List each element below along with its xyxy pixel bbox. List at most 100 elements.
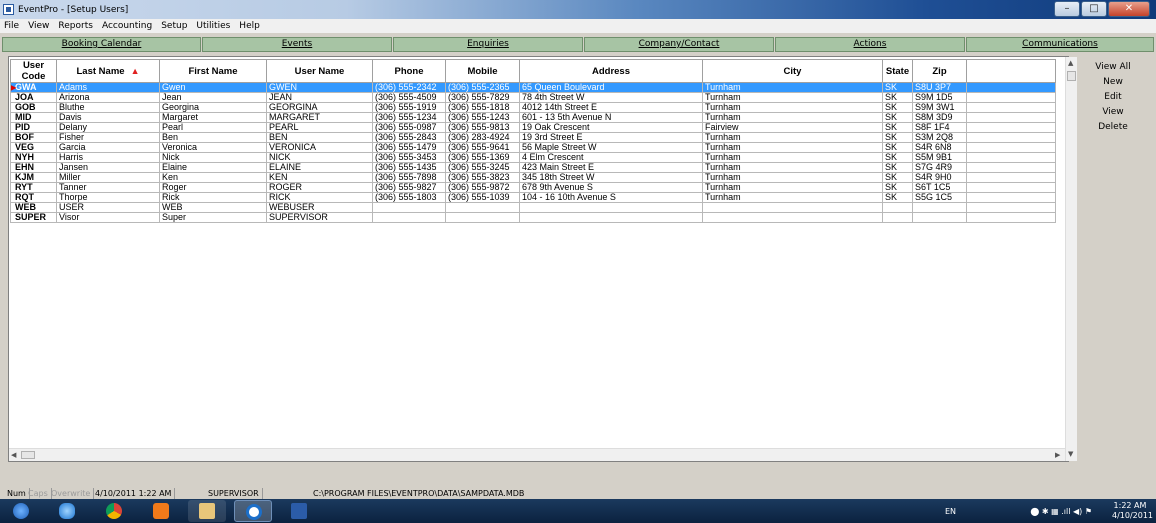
scroll-up-icon[interactable]: ▲ bbox=[1068, 59, 1073, 67]
cell-phone[interactable]: (306) 555-2843 bbox=[372, 132, 446, 143]
scroll-down-icon[interactable]: ▼ bbox=[1068, 450, 1073, 458]
cell-zip[interactable]: S8F 1F4 bbox=[912, 122, 967, 133]
cell-user-code[interactable]: RQT bbox=[10, 192, 57, 203]
cell-phone[interactable]: (306) 555-1919 bbox=[372, 102, 446, 113]
cell-zip[interactable]: S9M 3W1 bbox=[912, 102, 967, 113]
cell-zip[interactable]: S7G 4R9 bbox=[912, 162, 967, 173]
table-row[interactable]: RQT Thorpe Rick RICK (306) 555-1803 (306) 555… bbox=[10, 192, 1056, 203]
table-row[interactable]: JOA Arizona Jean JEAN (306) 555-4509 (306) 55… bbox=[10, 92, 1056, 103]
cell-mobile[interactable]: (306) 555-7829 bbox=[445, 92, 520, 103]
close-button[interactable]: ✕ bbox=[1108, 1, 1150, 17]
column-header-last-name[interactable]: Last Name ▲ bbox=[56, 59, 160, 83]
scroll-thumb[interactable] bbox=[21, 451, 35, 459]
cell-first-name[interactable]: Veronica bbox=[159, 142, 267, 153]
minimize-button[interactable]: – bbox=[1054, 1, 1080, 17]
cell-last-name[interactable]: Fisher bbox=[56, 132, 160, 143]
cell-first-name[interactable]: Pearl bbox=[159, 122, 267, 133]
column-header-user-name[interactable]: User Name bbox=[266, 59, 373, 83]
table-row[interactable]: RYT Tanner Roger ROGER (306) 555-9827 (306) 5… bbox=[10, 182, 1056, 193]
chrome-icon[interactable] bbox=[95, 500, 133, 522]
cell-user-name[interactable]: SUPERVISOR bbox=[266, 212, 373, 223]
cell-last-name[interactable]: USER bbox=[56, 202, 160, 213]
cell-user-code[interactable]: RYT bbox=[10, 182, 57, 193]
menu-file[interactable]: File bbox=[4, 21, 19, 31]
cell-user-code[interactable]: WEB bbox=[10, 202, 57, 213]
media-player-icon[interactable] bbox=[142, 500, 180, 522]
cell-first-name[interactable]: Georgina bbox=[159, 102, 267, 113]
cell-user-code[interactable]: KJM bbox=[10, 172, 57, 183]
cell-phone[interactable]: (306) 555-1803 bbox=[372, 192, 446, 203]
cell-state[interactable] bbox=[882, 202, 913, 213]
cell-first-name[interactable]: Nick bbox=[159, 152, 267, 163]
cell-last-name[interactable]: Delany bbox=[56, 122, 160, 133]
language-indicator[interactable]: EN bbox=[945, 507, 956, 516]
cell-user-name[interactable]: JEAN bbox=[266, 92, 373, 103]
cell-mobile[interactable]: (306) 555-9872 bbox=[445, 182, 520, 193]
cell-mobile[interactable]: (306) 555-2365 bbox=[445, 82, 520, 93]
cell-mobile[interactable] bbox=[445, 202, 520, 213]
file-explorer-icon[interactable] bbox=[188, 500, 226, 522]
column-header-phone[interactable]: Phone bbox=[372, 59, 446, 83]
nav-enquiries[interactable]: Enquiries bbox=[393, 37, 583, 52]
cell-zip[interactable]: S6T 1C5 bbox=[912, 182, 967, 193]
cell-mobile[interactable]: (306) 555-1818 bbox=[445, 102, 520, 113]
cell-user-name[interactable]: GWEN bbox=[266, 82, 373, 93]
table-row[interactable]: GOB Bluthe Georgina GEORGINA (306) 555-1919 (… bbox=[10, 102, 1056, 113]
column-header-address[interactable]: Address bbox=[519, 59, 703, 83]
cell-address[interactable] bbox=[519, 202, 703, 213]
cell-user-name[interactable]: BEN bbox=[266, 132, 373, 143]
cell-zip[interactable] bbox=[912, 212, 967, 223]
cell-last-name[interactable]: Jansen bbox=[56, 162, 160, 173]
cell-state[interactable]: SK bbox=[882, 142, 913, 153]
table-row[interactable]: BOF Fisher Ben BEN (306) 555-2843 (306) 283-4… bbox=[10, 132, 1056, 143]
scroll-right-icon[interactable]: ▶ bbox=[1055, 451, 1060, 459]
cell-last-name[interactable]: Tanner bbox=[56, 182, 160, 193]
column-header-user-code[interactable]: User Code bbox=[10, 59, 57, 83]
cell-mobile[interactable] bbox=[445, 212, 520, 223]
nav-company-contact[interactable]: Company/Contact bbox=[584, 37, 774, 52]
cell-user-code[interactable]: GOB bbox=[10, 102, 57, 113]
column-header-zip[interactable]: Zip bbox=[912, 59, 967, 83]
cell-city[interactable]: Turnham bbox=[702, 82, 883, 93]
cell-city[interactable]: Turnham bbox=[702, 132, 883, 143]
cell-address[interactable]: 678 9th Avenue S bbox=[519, 182, 703, 193]
tray-icons[interactable]: ⬤ ✱ ▦ .ıll ◀) ⚑ bbox=[1030, 507, 1092, 516]
cell-user-name[interactable]: ROGER bbox=[266, 182, 373, 193]
table-row[interactable]: EHN Jansen Elaine ELAINE (306) 555-1435 (306)… bbox=[10, 162, 1056, 173]
cell-zip[interactable]: S5M 9B1 bbox=[912, 152, 967, 163]
cell-address[interactable]: 345 18th Street W bbox=[519, 172, 703, 183]
delete-button[interactable]: Delete bbox=[1080, 120, 1146, 135]
cell-mobile[interactable]: (306) 555-3245 bbox=[445, 162, 520, 173]
column-header-first-name[interactable]: First Name bbox=[159, 59, 267, 83]
cell-user-code[interactable]: VEG bbox=[10, 142, 57, 153]
cell-state[interactable]: SK bbox=[882, 132, 913, 143]
cell-mobile[interactable]: (306) 555-1243 bbox=[445, 112, 520, 123]
cell-user-name[interactable]: RICK bbox=[266, 192, 373, 203]
cell-zip[interactable]: S4R 9H0 bbox=[912, 172, 967, 183]
cell-user-name[interactable]: WEBUSER bbox=[266, 202, 373, 213]
cell-state[interactable]: SK bbox=[882, 92, 913, 103]
scroll-left-icon[interactable]: ◀ bbox=[11, 451, 16, 459]
menu-accounting[interactable]: Accounting bbox=[102, 21, 152, 31]
nav-events[interactable]: Events bbox=[202, 37, 392, 52]
cell-user-name[interactable]: VERONICA bbox=[266, 142, 373, 153]
cell-last-name[interactable]: Visor bbox=[56, 212, 160, 223]
cell-last-name[interactable]: Adams bbox=[56, 82, 160, 93]
cell-state[interactable]: SK bbox=[882, 102, 913, 113]
cell-user-name[interactable]: GEORGINA bbox=[266, 102, 373, 113]
cell-phone[interactable]: (306) 555-2342 bbox=[372, 82, 446, 93]
cell-city[interactable]: Turnham bbox=[702, 92, 883, 103]
column-header-state[interactable]: State bbox=[882, 59, 913, 83]
cell-address[interactable]: 19 3rd Street E bbox=[519, 132, 703, 143]
clock[interactable]: 1:22 AM 4/10/2011 bbox=[1112, 501, 1153, 521]
cell-user-name[interactable]: KEN bbox=[266, 172, 373, 183]
cell-city[interactable]: Turnham bbox=[702, 102, 883, 113]
cell-user-code[interactable]: SUPER bbox=[10, 212, 57, 223]
menu-help[interactable]: Help bbox=[239, 21, 260, 31]
table-row[interactable]: ▶ GWA Adams Gwen GWEN (306) 555-2342 (306) 555… bbox=[10, 82, 1056, 93]
table-row[interactable]: SUPER Visor Super SUPERVISOR bbox=[10, 212, 1056, 223]
cell-phone[interactable]: (306) 555-1435 bbox=[372, 162, 446, 173]
cell-mobile[interactable]: (306) 555-1369 bbox=[445, 152, 520, 163]
cell-first-name[interactable]: Elaine bbox=[159, 162, 267, 173]
cell-user-code[interactable]: ▶ GWA bbox=[10, 82, 57, 93]
